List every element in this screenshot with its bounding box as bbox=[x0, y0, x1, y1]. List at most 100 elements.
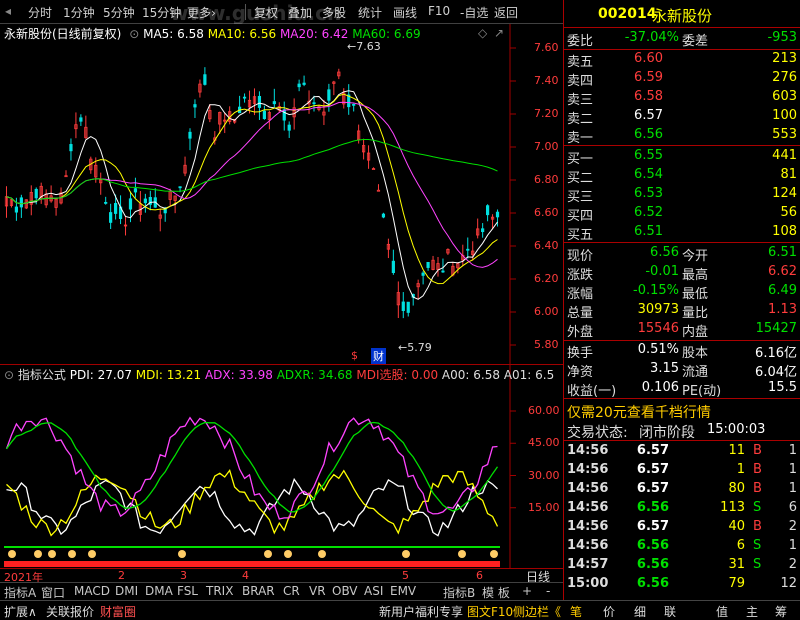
tab-main[interactable]: 主 bbox=[746, 603, 758, 620]
dividend-badge[interactable]: $ bbox=[351, 349, 358, 362]
tab-brar[interactable]: BRAR bbox=[242, 584, 275, 598]
mdi-label: MDI: 13.21 bbox=[135, 368, 202, 382]
trade-status-row: 交易状态: 闭市阶段 15:00:03 bbox=[564, 421, 800, 441]
tab-window[interactable]: 窗口 bbox=[41, 584, 65, 601]
tab-chips[interactable]: 筹 bbox=[775, 603, 787, 620]
price-tick: 7.60 bbox=[534, 41, 559, 54]
bid-price: 6.51 bbox=[634, 224, 663, 239]
ask-price: 6.59 bbox=[634, 70, 663, 85]
candle bbox=[114, 203, 118, 214]
candle bbox=[312, 102, 316, 105]
mdi-line bbox=[6, 468, 499, 537]
tick-time: 14:56 bbox=[567, 443, 609, 458]
stat-value-2: 6.51 bbox=[768, 245, 797, 260]
tick-volume: 1 bbox=[736, 462, 745, 477]
promo-row[interactable]: 仅需20元查看千档行情 bbox=[564, 401, 800, 421]
bid-price: 6.55 bbox=[634, 148, 663, 163]
fundamental-value: 3.15 bbox=[650, 361, 679, 376]
tick-row: 14:56 6.57 80 B 1 bbox=[564, 480, 800, 499]
tab-obv[interactable]: OBV bbox=[332, 584, 358, 598]
expand-icon[interactable]: ↗ bbox=[494, 26, 504, 40]
tick-count: 6 bbox=[788, 500, 797, 515]
tick-row: 14:57 6.56 31 S 2 bbox=[564, 556, 800, 575]
hand-signal-icon bbox=[8, 550, 16, 558]
tab-indicator-a[interactable]: 指标A bbox=[4, 584, 36, 601]
indicator-tick: 15.00 bbox=[528, 500, 560, 514]
bid-label: 买五 bbox=[567, 228, 594, 243]
finance-badge[interactable]: 财 bbox=[371, 348, 386, 364]
sidebar-toggle[interactable]: 侧边栏《 bbox=[513, 603, 561, 620]
tab-related[interactable]: 联 bbox=[664, 603, 676, 620]
bid-label: 买一 bbox=[567, 152, 594, 167]
toolbar-add-watchlist[interactable]: 返回 bbox=[494, 4, 518, 21]
f10-graphic-button[interactable]: 图文F10 bbox=[467, 603, 513, 620]
indicator-name[interactable]: 指标公式 bbox=[18, 368, 66, 382]
a01-label: A01: 6.5 bbox=[503, 368, 555, 382]
bid-row: 买一 6.55 441 bbox=[564, 147, 800, 167]
toolbar-tab-timeshare[interactable]: 分时 bbox=[28, 4, 52, 21]
ask-price: 6.56 bbox=[634, 127, 663, 142]
price-tick: 6.20 bbox=[534, 272, 559, 285]
tab-value[interactable]: 值 bbox=[716, 603, 728, 620]
wealth-circle-button[interactable]: 财富圈 bbox=[100, 603, 136, 620]
diamond-icon[interactable]: ◇ bbox=[478, 26, 487, 40]
toolbar-tab-1min[interactable]: 1分钟 bbox=[63, 4, 95, 21]
tab-detail[interactable]: 细 bbox=[634, 603, 646, 620]
settings-icon[interactable]: ⊙ bbox=[129, 27, 139, 41]
hand-signal-icon bbox=[458, 550, 466, 558]
hand-signal-icon bbox=[48, 550, 56, 558]
toolbar-tab-5min[interactable]: 5分钟 bbox=[103, 4, 135, 21]
indicator-settings-icon[interactable]: ⊙ bbox=[4, 368, 14, 382]
tab-dma[interactable]: DMA bbox=[145, 584, 173, 598]
zoom-in-button[interactable]: + bbox=[522, 584, 532, 598]
tab-template[interactable]: 模 板 bbox=[482, 584, 510, 601]
ask-volume: 553 bbox=[772, 127, 797, 142]
candle bbox=[466, 248, 470, 251]
tick-volume: 80 bbox=[728, 481, 745, 496]
tab-emv[interactable]: EMV bbox=[390, 584, 416, 598]
toolbar-statistics[interactable]: 统计 bbox=[358, 4, 382, 21]
tab-dmi[interactable]: DMI bbox=[115, 584, 138, 598]
tab-trix[interactable]: TRIX bbox=[206, 584, 233, 598]
candle bbox=[34, 188, 38, 199]
kline-chart[interactable] bbox=[0, 24, 563, 364]
quote-header: 002014 永新股份 bbox=[564, 0, 800, 28]
hand-signal-icon bbox=[68, 550, 76, 558]
tick-count: 2 bbox=[788, 519, 797, 534]
tick-row: 14:56 6.57 11 B 1 bbox=[564, 442, 800, 461]
hand-signal-icon bbox=[490, 550, 498, 558]
promo-text[interactable]: 仅需20元查看千档行情 bbox=[567, 402, 711, 422]
toolbar-draw[interactable]: 画线 bbox=[393, 4, 417, 21]
time-axis-month-3: 3 bbox=[180, 569, 187, 582]
toolbar-f10[interactable]: F10 bbox=[428, 4, 450, 18]
tab-price[interactable]: 价 bbox=[603, 603, 615, 620]
tab-trades[interactable]: 笔 bbox=[570, 603, 582, 620]
toolbar-arrow-icon[interactable]: ◂ bbox=[5, 4, 11, 18]
tab-indicator-b[interactable]: 指标B bbox=[443, 584, 475, 601]
candle bbox=[79, 117, 83, 122]
bid-volume: 124 bbox=[772, 186, 797, 201]
toolbar-mark[interactable]: -自选 bbox=[460, 4, 488, 21]
related-quote-button[interactable]: 关联报价 bbox=[46, 603, 94, 620]
indicator-panel[interactable]: ⊙ 指标公式 PDI: 27.07 MDI: 13.21 ADX: 33.98 … bbox=[0, 364, 563, 569]
tab-fsl[interactable]: FSL bbox=[177, 584, 198, 598]
ask-label: 卖三 bbox=[567, 93, 594, 108]
expand-button[interactable]: 扩展∧ bbox=[4, 603, 37, 620]
tick-price: 6.57 bbox=[636, 519, 669, 534]
tick-count: 1 bbox=[788, 462, 797, 477]
tab-vr[interactable]: VR bbox=[309, 584, 326, 598]
fundamental-label: 收益(一) bbox=[567, 384, 617, 399]
candle bbox=[297, 83, 301, 88]
bid-price: 6.54 bbox=[634, 167, 663, 182]
stat-label: 外盘 bbox=[567, 325, 594, 340]
tab-cr[interactable]: CR bbox=[283, 584, 300, 598]
tab-macd[interactable]: MACD bbox=[74, 584, 110, 598]
tick-price: 6.56 bbox=[636, 500, 669, 515]
tab-asi[interactable]: ASI bbox=[364, 584, 383, 598]
kline-panel[interactable]: 永新股份(日线前复权) ⊙ MA5: 6.58 MA10: 6.56 MA20:… bbox=[0, 24, 563, 364]
dmi-chart[interactable] bbox=[0, 365, 563, 569]
price-tick: 6.40 bbox=[534, 239, 559, 252]
tick-time: 14:56 bbox=[567, 519, 609, 534]
zoom-out-button[interactable]: - bbox=[546, 584, 550, 598]
new-user-promo[interactable]: 新用户福利专享 bbox=[379, 603, 463, 620]
